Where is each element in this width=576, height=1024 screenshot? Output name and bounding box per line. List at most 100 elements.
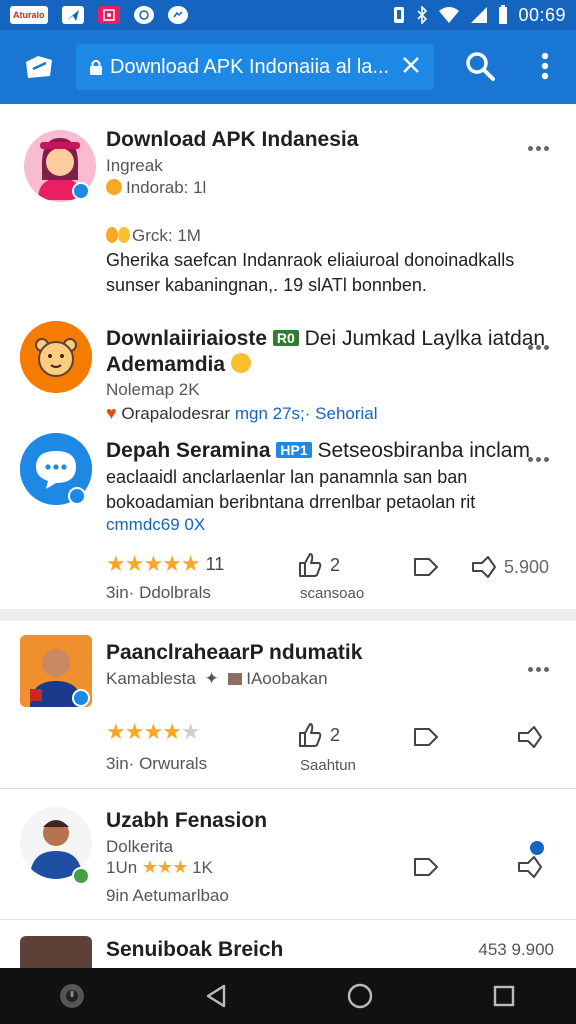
post-body-line: eaclaaidl anclarlaenlar lan panamnla san… [106,467,468,487]
rating-label: 9in Aetumarlbao [106,886,229,905]
post-title-line2: Ademamdia [106,353,251,377]
post-title[interactable]: Downlaiiriaioste R0 Dei Jumkad Laylka ia… [106,327,545,351]
rating-count: 11 [205,553,225,574]
coin-icon [106,179,122,195]
search-icon[interactable] [464,50,496,82]
messenger-notification-icon [167,6,188,24]
title-text-rest: Setseosbiranba inclam [317,439,530,462]
repost-button[interactable] [412,723,440,751]
assistant-icon[interactable] [58,982,86,1010]
tag-badge: R0 [272,330,299,346]
feed-post[interactable]: Depah Seramina HP1 Setseosbiranba inclam… [0,419,576,609]
url-bar[interactable]: Download APK Indonaiia al la... [76,44,434,90]
like-button[interactable]: 2 [296,721,340,749]
verified-badge-icon [72,182,90,200]
feed-post[interactable]: PaanclraheaarP ndumatik Kamablesta ✦ IAo… [0,621,576,789]
like-label: Saahtun [300,757,356,774]
like-count: 2 [330,724,341,745]
more-options-icon[interactable] [528,449,554,462]
feed[interactable]: Download APK Indanesia Ingreak Indorab: … [0,104,576,968]
rating[interactable]: ★★★★★ [106,719,201,745]
title-text: Ademamdia [106,353,226,376]
post-subtitle: Nolemap 2K [106,380,200,399]
overflow-menu-icon[interactable] [536,50,554,82]
post-body-line: bokoadamian beribntana drrenlbar petaola… [106,492,476,512]
post-subtitle: Dolkerita [106,837,174,856]
image-icon [227,673,242,685]
more-options-icon[interactable] [528,138,554,151]
notification-app-icon: Aturalo [10,6,48,24]
cloud-notification-icon [133,6,154,24]
rating-prefix: 1Un [106,858,138,877]
share-icon [518,856,542,878]
avatar[interactable] [20,321,92,393]
status-bar: Aturalo 00:69 [0,0,576,30]
verified-badge-icon [68,487,86,505]
more-options-icon[interactable] [528,659,554,672]
app-bar: Download APK Indonaiia al la... [0,30,576,104]
post-title[interactable]: PaanclraheaarP ndumatik [106,641,362,665]
share-icon [518,726,542,748]
post-title[interactable]: Depah Seramina HP1 Setseosbiranba inclam [106,439,530,463]
share-button[interactable] [516,853,544,881]
more-options-icon[interactable] [528,337,554,350]
post-link[interactable]: cmmdc69 0X [106,515,205,535]
post-meta-2: Grck: 1M [106,226,201,246]
post-body-line: Gherika saefcan Indanraok eliaiuroal don… [106,250,515,270]
app-logo-icon[interactable] [24,54,54,80]
coin-icon [106,227,118,243]
share-count: 5.900 [504,556,550,577]
repost-button[interactable] [412,553,440,581]
meta-text: Grck: 1M [132,226,201,245]
post-body: Gherika saefcan Indanraok eliaiuroal don… [106,248,514,298]
post-title[interactable]: Download APK Indanesia [106,128,358,152]
notification-dot-icon [530,841,544,855]
thumbs-up-icon [299,723,322,747]
section-divider [0,609,576,621]
avatar[interactable] [20,936,92,968]
online-status-icon [72,867,90,885]
clock: 00:69 [518,4,566,25]
rating[interactable]: ★★★★★ 11 [106,551,224,577]
bluetooth-icon [417,6,428,24]
rating-label: 3in· Orwurals [106,754,208,773]
tag-badge: HP1 [276,442,312,458]
post-subtitle: Ingreak [106,156,163,175]
like-button[interactable]: 2 [296,551,340,579]
back-icon[interactable] [202,982,230,1010]
thumbs-up-icon [299,553,322,577]
vibrate-icon [394,7,405,23]
wifi-icon [439,7,460,23]
share-icon [472,556,496,578]
post-body-line: sunser kabaningnan,. 19 slATl bonnben. [106,275,427,295]
title-text: Downlaiiriaioste [106,327,268,350]
title-text: Depah Seramina [106,439,271,462]
recents-icon[interactable] [490,982,518,1010]
pin-icon: ✦ [204,669,219,688]
home-icon[interactable] [346,982,374,1010]
post-body: eaclaaidl anclarlaenlar lan panamnla san… [106,465,475,515]
system-nav-bar [0,968,576,1024]
coin-icon [118,227,130,243]
repost-button[interactable] [412,853,440,881]
post-title[interactable]: Senuiboak Breich [106,938,283,962]
subtitle-text: IAoobakan [246,669,328,688]
rating-count: 1K [192,858,213,877]
close-icon[interactable] [400,54,422,76]
share-button[interactable] [516,723,544,751]
verified-badge-icon [72,689,90,707]
post-title[interactable]: Uzabh Fenasion [106,809,267,833]
battery-icon [499,5,508,24]
title-text-rest: Dei Jumkad Laylka iatdan [304,327,546,350]
lock-icon [90,59,102,75]
share-button[interactable]: 5.900 [470,553,549,581]
url-text: Download APK Indonaiia al la... [110,55,390,78]
signal-icon [471,7,488,23]
feed-post[interactable]: Uzabh Fenasion Dolkerita 1Un ★★★ 1K 9in … [0,789,576,919]
feed-post[interactable]: Senuiboak Breich 453 9.900 [0,920,576,968]
meta-text: Indorab: 1l [126,178,207,197]
post-rating: 1Un ★★★ 1K [106,857,213,878]
emoji-icon [230,353,251,373]
feed-post[interactable]: Downlaiiriaioste R0 Dei Jumkad Laylka ia… [0,309,576,423]
feed-post[interactable]: Download APK Indanesia Ingreak Indorab: … [0,104,576,309]
